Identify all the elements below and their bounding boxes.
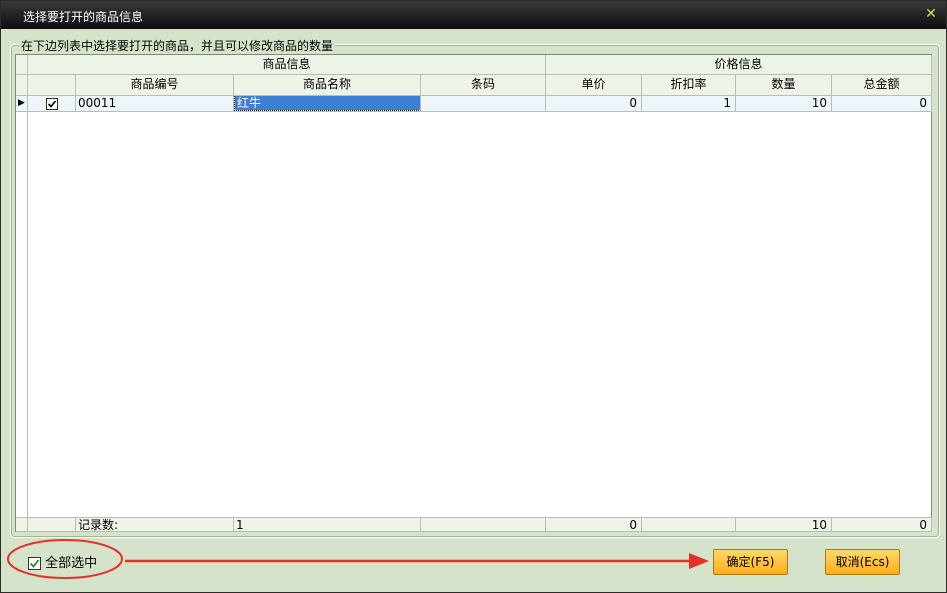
column-header-barcode[interactable]: 条码 [421,75,546,96]
column-header-check[interactable] [28,75,76,96]
footer-record-count: 1 [234,517,421,532]
column-header-unit-price[interactable]: 单价 [546,75,642,96]
window-title: 选择要打开的商品信息 [23,10,144,24]
table-cell-unit-price[interactable]: 0 [546,96,642,112]
table-cell-barcode[interactable] [421,96,546,112]
row-header-corner [16,75,28,96]
table-cell-discount[interactable]: 1 [642,96,736,112]
table-cell-code[interactable]: 00011 [76,96,234,112]
footer-total-sum: 0 [832,517,932,532]
group-header-product-info: 商品信息 [28,55,546,75]
column-header-name[interactable]: 商品名称 [234,75,421,96]
footer-discount [642,517,736,532]
footer-quantity-sum: 10 [736,517,832,532]
table-cell-name-editor[interactable]: 红牛 [234,96,420,111]
annotation-arrowhead [689,553,709,569]
footer-unit-price-sum: 0 [546,517,642,532]
footer-corner [16,517,28,532]
annotation-ellipse [7,539,123,579]
column-header-discount[interactable]: 折扣率 [642,75,736,96]
product-grid[interactable]: 商品信息 价格信息 商品编号 商品名称 条码 单价 折扣率 数量 总金额 ▶ 0… [15,54,932,532]
dialog-window: 选择要打开的商品信息 ✕ 在下边列表中选择要打开的商品，并且可以修改商品的数量 … [0,0,947,593]
column-header-code[interactable]: 商品编号 [76,75,234,96]
group-header-price-info: 价格信息 [546,55,932,75]
grid-corner [16,55,28,75]
table-cell-quantity[interactable]: 10 [736,96,832,112]
table-cell-total[interactable]: 0 [832,96,932,112]
footer-record-label: 记录数: [76,517,234,532]
group-title: 在下边列表中选择要打开的商品，并且可以修改商品的数量 [19,37,336,54]
current-row-indicator-icon[interactable]: ▶ [16,96,28,112]
annotation-overlay [7,539,709,579]
table-cell-name[interactable]: 红牛 [234,96,421,112]
ok-button[interactable]: 确定(F5) [713,549,788,575]
column-header-total[interactable]: 总金额 [832,75,932,96]
checkbox-checked-icon [45,97,58,110]
column-header-quantity[interactable]: 数量 [736,75,832,96]
footer-barcode [421,517,546,532]
cancel-button[interactable]: 取消(Ecs) [825,549,900,575]
title-bar[interactable]: 选择要打开的商品信息 ✕ [1,1,946,29]
close-icon[interactable]: ✕ [923,6,939,22]
grid-divider [27,112,28,517]
footer-check-cell [28,517,76,532]
table-row-checkbox[interactable] [28,96,76,112]
